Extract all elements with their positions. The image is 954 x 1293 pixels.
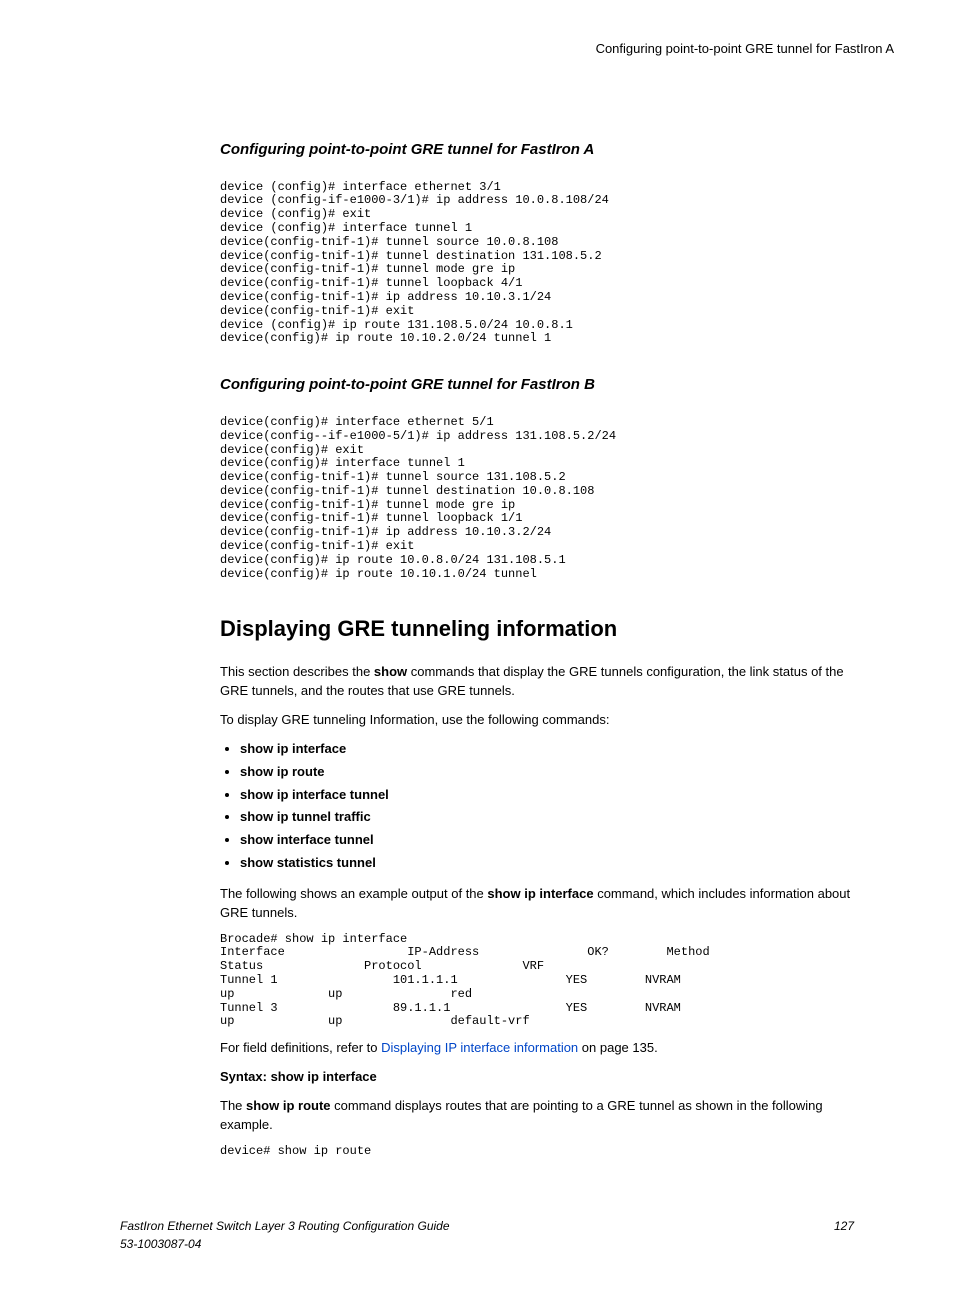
codeblock-show-ip-interface: Brocade# show ip interface Interface IP-… xyxy=(220,933,854,1030)
link-displaying-ip-interface[interactable]: Displaying IP interface information xyxy=(381,1040,578,1055)
heading-config-b: Configuring point-to-point GRE tunnel fo… xyxy=(220,374,854,396)
text: For field definitions, refer to xyxy=(220,1040,381,1055)
page-footer: FastIron Ethernet Switch Layer 3 Routing… xyxy=(60,1218,894,1253)
heading-display-gre: Displaying GRE tunneling information xyxy=(220,613,854,645)
codeblock-config-b: device(config)# interface ethernet 5/1 d… xyxy=(220,416,854,582)
list-item: show ip interface xyxy=(240,740,854,759)
footer-left: FastIron Ethernet Switch Layer 3 Routing… xyxy=(120,1218,450,1253)
text: The following shows an example output of… xyxy=(220,886,487,901)
cmd: show ip tunnel traffic xyxy=(240,809,371,824)
paragraph-example-lead: The following shows an example output of… xyxy=(220,885,854,923)
text: on page 135. xyxy=(578,1040,658,1055)
command-list: show ip interface show ip route show ip … xyxy=(220,740,854,873)
cmd: show statistics tunnel xyxy=(240,855,376,870)
list-item: show interface tunnel xyxy=(240,831,854,850)
list-item: show ip tunnel traffic xyxy=(240,808,854,827)
cmd: show interface tunnel xyxy=(240,832,374,847)
paragraph-intro: This section describes the show commands… xyxy=(220,663,854,701)
text-bold: show ip interface xyxy=(487,886,593,901)
cmd: show ip interface tunnel xyxy=(240,787,389,802)
text-bold: show xyxy=(374,664,407,679)
paragraph-lead: To display GRE tunneling Information, us… xyxy=(220,711,854,730)
text: This section describes the xyxy=(220,664,374,679)
footer-docnum: 53-1003087-04 xyxy=(120,1237,201,1251)
paragraph-ref: For field definitions, refer to Displayi… xyxy=(220,1039,854,1058)
syntax-line: Syntax: show ip interface xyxy=(220,1068,854,1087)
running-header: Configuring point-to-point GRE tunnel fo… xyxy=(60,40,894,59)
list-item: show ip route xyxy=(240,763,854,782)
codeblock-show-ip-route: device# show ip route xyxy=(220,1145,854,1159)
footer-page-number: 127 xyxy=(834,1218,854,1253)
heading-config-a: Configuring point-to-point GRE tunnel fo… xyxy=(220,139,854,161)
list-item: show statistics tunnel xyxy=(240,854,854,873)
codeblock-config-a: device (config)# interface ethernet 3/1 … xyxy=(220,181,854,347)
cmd: show ip interface xyxy=(240,741,346,756)
text: The xyxy=(220,1098,246,1113)
list-item: show ip interface tunnel xyxy=(240,786,854,805)
text-bold: show ip route xyxy=(246,1098,331,1113)
cmd: show ip route xyxy=(240,764,325,779)
main-content: Configuring point-to-point GRE tunnel fo… xyxy=(220,139,854,1159)
footer-title: FastIron Ethernet Switch Layer 3 Routing… xyxy=(120,1219,450,1233)
paragraph-show-ip-route: The show ip route command displays route… xyxy=(220,1097,854,1135)
